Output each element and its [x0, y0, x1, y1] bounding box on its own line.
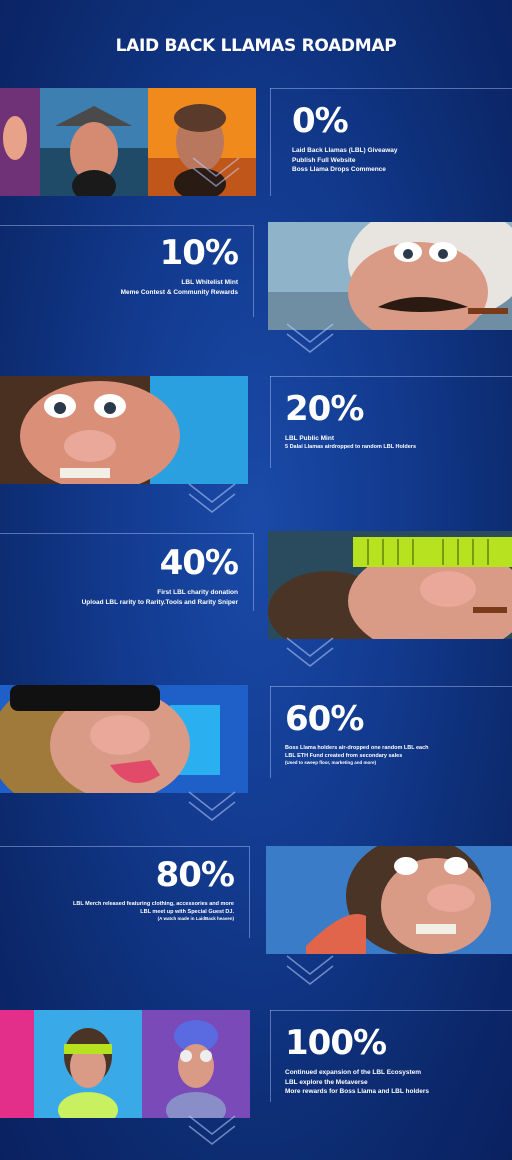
- divider-line: [253, 225, 254, 317]
- milestone-line: Publish Full Website: [292, 156, 356, 164]
- milestone-10: 10% LBL Whitelist Mint Meme Contest & Co…: [20, 233, 239, 297]
- milestone-line: Upload LBL rarity to Rarity.Tools and Ra…: [81, 598, 238, 606]
- milestone-60: 60% Boss Llama holders air-dropped one r…: [285, 702, 505, 766]
- milestone-80: 80% LBL Merch released featuring clothin…: [20, 855, 235, 922]
- divider-line: [270, 686, 512, 687]
- divider-line: [253, 533, 254, 611]
- divider-line: [249, 846, 250, 938]
- chevron-down-icon: [188, 1115, 236, 1145]
- llama-shades-image: [268, 531, 512, 639]
- divider-line: [270, 686, 271, 778]
- chevron-down-icon: [188, 791, 236, 821]
- chevron-down-icon: [192, 157, 240, 187]
- milestone-line: LBL meet up with Special Guest DJ.: [140, 909, 234, 915]
- milestone-line: Boss Llama Drops Commence: [292, 166, 386, 173]
- llama-grin-image: [0, 376, 248, 484]
- milestone-line: Continued expansion of the LBL Ecosystem: [285, 1069, 422, 1076]
- milestone-percent: 0%: [292, 101, 349, 141]
- llama-trio-bottom-image: [0, 1010, 250, 1118]
- divider-line: [270, 1010, 271, 1102]
- milestone-percent: 100%: [285, 1023, 387, 1063]
- milestone-20: 20% LBL Public Mint 5 Dalai Llamas airdr…: [285, 392, 505, 450]
- divider-line: [270, 1010, 512, 1011]
- milestone-percent: 20%: [285, 389, 364, 429]
- divider-line: [270, 376, 512, 377]
- page-title: LAID BACK LLAMAS ROADMAP: [115, 36, 397, 56]
- milestone-line: LBL Public Mint: [285, 435, 334, 442]
- milestone-line: LBL explore the Metaverse: [285, 1078, 368, 1086]
- milestone-40: 40% First LBL charity donation Upload LB…: [20, 543, 239, 607]
- milestone-percent: 60%: [285, 699, 364, 739]
- divider-line: [270, 88, 512, 89]
- milestone-line: 5 Dalai Llamas airdropped to random LBL …: [285, 443, 417, 450]
- milestone-line: Boss Llama holders air-dropped one rando…: [285, 745, 429, 751]
- milestone-line: LBL Whitelist Mint: [181, 279, 238, 286]
- divider-line: [0, 846, 249, 847]
- divider-line: [270, 376, 271, 468]
- llama-mustache-image: [268, 222, 512, 330]
- milestone-percent: 80%: [155, 855, 235, 895]
- chevron-down-icon: [286, 955, 334, 985]
- milestone-line: Laid Back Llamas (LBL) Giveaway: [292, 147, 398, 154]
- milestone-note: (Used to sweep floor, marketing and more…: [285, 760, 377, 765]
- milestone-line: Meme Contest & Community Rewards: [120, 288, 238, 296]
- milestone-line: More rewards for Boss Llama and LBL hold…: [285, 1088, 429, 1095]
- llama-tongue-image: [0, 685, 248, 793]
- divider-line: [0, 225, 253, 226]
- milestone-percent: 40%: [159, 543, 239, 583]
- milestone-percent: 10%: [159, 233, 239, 273]
- milestone-note: (A watch made in LaidBack heaven): [157, 916, 234, 921]
- llama-grumpy-image: [266, 846, 512, 954]
- milestone-100: 100% Continued expansion of the LBL Ecos…: [285, 1026, 505, 1097]
- milestone-0: 0% Laid Back Llamas (LBL) Giveaway Publi…: [292, 104, 502, 175]
- chevron-down-icon: [286, 637, 334, 667]
- chevron-down-icon: [286, 323, 334, 353]
- divider-line: [0, 533, 253, 534]
- milestone-line: LBL Merch released featuring clothing, a…: [73, 901, 234, 907]
- milestone-line: First LBL charity donation: [157, 589, 238, 596]
- milestone-line: LBL ETH Fund created from secondary sale…: [285, 753, 403, 759]
- chevron-down-icon: [188, 483, 236, 513]
- divider-line: [270, 88, 271, 196]
